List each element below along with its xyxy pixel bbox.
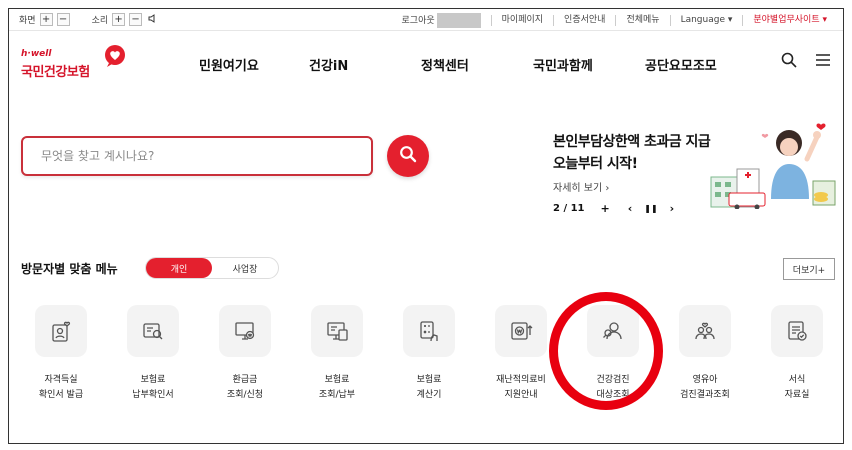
gnb-icons [781, 52, 831, 72]
zoom-out-button[interactable]: − [56, 13, 70, 26]
language-select[interactable]: Language ▾ [669, 15, 743, 26]
banner-more-link[interactable]: 자세히 보기 › [553, 179, 609, 194]
menu-item-civil[interactable]: 민원여기요 [199, 55, 309, 74]
menu-item-together[interactable]: 국민과함께 [533, 55, 645, 74]
more-button[interactable]: 더보기+ [783, 258, 835, 280]
id-card-heart-icon [35, 305, 87, 357]
banner-title[interactable]: 본인부담상한액 초과금 지급 오늘부터 시작! [553, 131, 711, 175]
search-input[interactable] [23, 138, 371, 174]
masked-username [436, 13, 481, 28]
tab-personal[interactable]: 개인 [146, 258, 212, 278]
monitor-card-icon [311, 305, 363, 357]
banner-plus-button[interactable]: + [601, 202, 610, 215]
banner-next-button[interactable]: › [670, 202, 675, 215]
hamburger-menu-icon[interactable] [815, 52, 831, 72]
volume-up-button[interactable]: + [112, 13, 126, 26]
banner-pager: 2 / 11 + ‹ ❚❚ › [553, 202, 674, 215]
service-forms-library[interactable]: 서식 자료실 [751, 305, 843, 403]
document-check-icon [771, 305, 823, 357]
accessibility-controls: 화면 + − 소리 + − [19, 13, 158, 26]
service-infant-checkup-results[interactable]: 영유아 검진결과조회 [659, 305, 751, 403]
highlight-circle-annotation [549, 292, 663, 410]
sector-site-select[interactable]: 분야별업무사이트 ▾ [742, 15, 837, 26]
site-logo[interactable]: h·well 국민건강보험 [21, 45, 141, 85]
menu-item-health-in[interactable]: 건강iN [309, 55, 421, 74]
calculator-hand-icon [403, 305, 455, 357]
service-premium-calculator[interactable]: 보험료 계산기 [383, 305, 475, 403]
logo-hwell: h·well [21, 49, 52, 59]
zoom-in-button[interactable]: + [39, 13, 53, 26]
banner-prev-button[interactable]: ‹ [628, 202, 633, 215]
search-icon [399, 145, 417, 167]
document-search-icon [127, 305, 179, 357]
menu-item-about[interactable]: 공단요모조모 [645, 55, 745, 74]
main-navigation: h·well 국민건강보험 민원여기요 건강iN 정책센터 국민과함께 공단요모… [9, 33, 843, 93]
banner-pause-button[interactable]: ❚❚ [644, 204, 657, 213]
logout-link[interactable]: 로그아웃 [392, 13, 491, 28]
sound-label: 소리 [91, 16, 109, 26]
service-qualification-certificate[interactable]: 자격득실 확인서 발급 [15, 305, 107, 403]
family-heart-icon [679, 305, 731, 357]
screen-label: 화면 [19, 16, 36, 26]
visitor-type-toggle: 개인 사업장 [145, 257, 279, 279]
speaker-icon[interactable] [148, 13, 158, 26]
heart-logo-icon [103, 45, 127, 71]
search-icon[interactable] [781, 52, 797, 72]
volume-down-button[interactable]: − [129, 13, 143, 26]
search-button[interactable] [387, 135, 429, 177]
tab-business[interactable]: 사업장 [212, 258, 278, 278]
menu-item-policy[interactable]: 정책센터 [421, 55, 533, 74]
banner-page-indicator: 2 / 11 [553, 203, 585, 214]
service-premium-payment-confirmation[interactable]: 보험료 납부확인서 [107, 305, 199, 403]
utility-bar: 화면 + − 소리 + − 로그아웃 마이페이지 인증서안내 전체메뉴 Lang… [9, 9, 843, 31]
utility-links: 로그아웃 마이페이지 인증서안내 전체메뉴 Language ▾ 분야별업무사이… [392, 13, 837, 28]
service-refund-inquiry[interactable]: 환급금 조회/신청 [199, 305, 291, 403]
browser-frame: 화면 + − 소리 + − 로그아웃 마이페이지 인증서안내 전체메뉴 Lang… [8, 8, 844, 444]
search-box [21, 136, 373, 176]
won-up-arrow-icon [495, 305, 547, 357]
certificate-link[interactable]: 인증서안내 [553, 15, 615, 26]
mypage-link[interactable]: 마이페이지 [490, 15, 553, 26]
visitor-menu-title: 방문자별 맞춤 메뉴 [21, 262, 118, 276]
logo-name: 국민건강보험 [21, 65, 90, 80]
all-menu-link[interactable]: 전체메뉴 [615, 15, 669, 26]
monitor-won-icon [219, 305, 271, 357]
service-premium-inquiry-payment[interactable]: 보험료 조회/납부 [291, 305, 383, 403]
banner-illustration [709, 119, 839, 213]
gnb-menu: 민원여기요 건강iN 정책센터 국민과함께 공단요모조모 [199, 55, 745, 74]
